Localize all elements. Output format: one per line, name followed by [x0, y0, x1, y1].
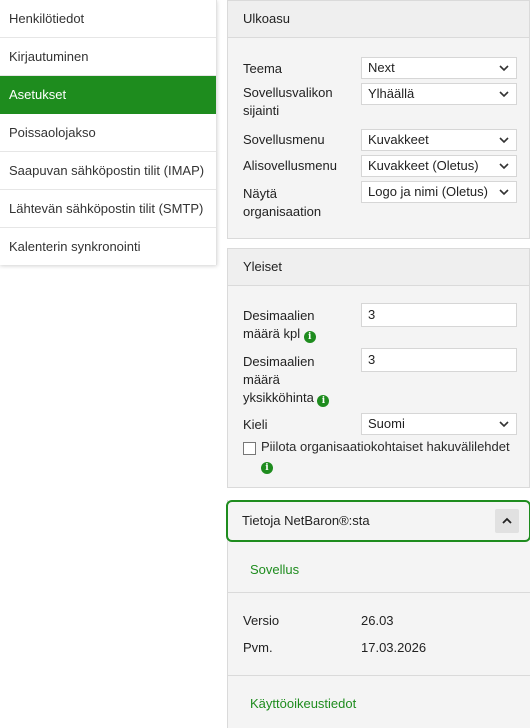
appearance-panel: Ulkoasu Teema Next Sovellusvalikon sijai…	[227, 0, 530, 239]
appmenu-position-select[interactable]: Ylhäällä	[361, 83, 517, 105]
subappmenu-select-value: Kuvakkeet (Oletus)	[368, 158, 479, 173]
nav-item-login[interactable]: Kirjautuminen	[0, 38, 216, 76]
appmenu-select[interactable]: Kuvakkeet	[361, 129, 517, 151]
settings-nav-menu: Henkilötiedot Kirjautuminen Asetukset Po…	[0, 0, 217, 265]
general-panel-title: Yleiset	[228, 249, 529, 286]
appmenu-label: Sovellusmenu	[243, 132, 325, 147]
language-select-value: Suomi	[368, 416, 405, 431]
collapse-button[interactable]	[495, 509, 519, 533]
appmenu-select-value: Kuvakkeet	[368, 132, 429, 147]
info-icon[interactable]: i	[261, 462, 273, 474]
decimals-unit-input[interactable]: 3	[361, 348, 517, 372]
application-link[interactable]: Sovellus	[250, 562, 299, 577]
info-icon[interactable]: i	[317, 395, 330, 407]
divider	[228, 592, 530, 593]
nav-item-calendar-sync[interactable]: Kalenterin synkronointi	[0, 228, 216, 265]
subappmenu-label: Alisovellusmenu	[243, 158, 337, 173]
nav-item-smtp-accounts[interactable]: Lähtevän sähköpostin tilit (SMTP)	[0, 190, 216, 228]
appmenu-position-label: Sovellusvalikon sijainti	[243, 85, 333, 118]
license-info-link[interactable]: Käyttöoikeustiedot	[250, 696, 356, 711]
info-icon[interactable]: i	[303, 331, 316, 343]
show-org-label: Näytä organisaation	[243, 186, 322, 219]
decimals-unit-label: Desimaalien määrä yksikköhinta i	[243, 353, 343, 407]
theme-label: Teema	[243, 61, 283, 76]
show-org-select[interactable]: Logo ja nimi (Oletus)	[361, 181, 517, 203]
chevron-down-icon	[499, 163, 509, 170]
appearance-panel-title: Ulkoasu	[228, 1, 529, 38]
subappmenu-select[interactable]: Kuvakkeet (Oletus)	[361, 155, 517, 177]
hide-tabs-label: Piilota organisaatiokohtaiset hakuvälile…	[261, 438, 526, 474]
theme-select[interactable]: Next	[361, 57, 517, 79]
general-panel: Yleiset Desimaalien määrä kpl i 3 Desima…	[227, 248, 530, 488]
chevron-down-icon	[499, 189, 509, 196]
nav-item-absence-period[interactable]: Poissaolojakso	[0, 114, 216, 152]
appmenu-position-value: Ylhäällä	[368, 86, 415, 101]
hide-tabs-label-text: Piilota organisaatiokohtaiset hakuvälile…	[261, 439, 510, 454]
date-label: Pvm.	[243, 640, 273, 655]
nav-item-settings[interactable]: Asetukset	[0, 76, 216, 114]
decimals-unit-label-text: Desimaalien määrä yksikköhinta	[243, 354, 315, 405]
hide-tabs-checkbox[interactable]	[243, 442, 256, 455]
chevron-down-icon	[499, 137, 509, 144]
decimals-qty-input[interactable]: 3	[361, 303, 517, 327]
language-label: Kieli	[243, 417, 268, 432]
version-label: Versio	[243, 613, 280, 628]
about-panel-title: Tietoja NetBaron®:sta	[242, 513, 370, 528]
divider	[228, 675, 530, 676]
chevron-down-icon	[499, 65, 509, 72]
about-panel: Tietoja NetBaron®:sta Sovellus Versio 26…	[226, 500, 530, 728]
nav-item-imap-accounts[interactable]: Saapuvan sähköpostin tilit (IMAP)	[0, 152, 216, 190]
nav-item-personal-info[interactable]: Henkilötiedot	[0, 0, 216, 38]
chevron-down-icon	[499, 91, 509, 98]
about-panel-header[interactable]: Tietoja NetBaron®:sta	[226, 500, 530, 542]
show-org-select-value: Logo ja nimi (Oletus)	[368, 184, 488, 199]
date-value: 17.03.2026	[361, 640, 427, 655]
chevron-down-icon	[499, 421, 509, 428]
version-value: 26.03	[361, 613, 394, 628]
theme-select-value: Next	[368, 60, 395, 75]
language-select[interactable]: Suomi	[361, 413, 517, 435]
chevron-up-icon	[502, 517, 512, 524]
decimals-qty-label: Desimaalien määrä kpl i	[243, 307, 343, 343]
